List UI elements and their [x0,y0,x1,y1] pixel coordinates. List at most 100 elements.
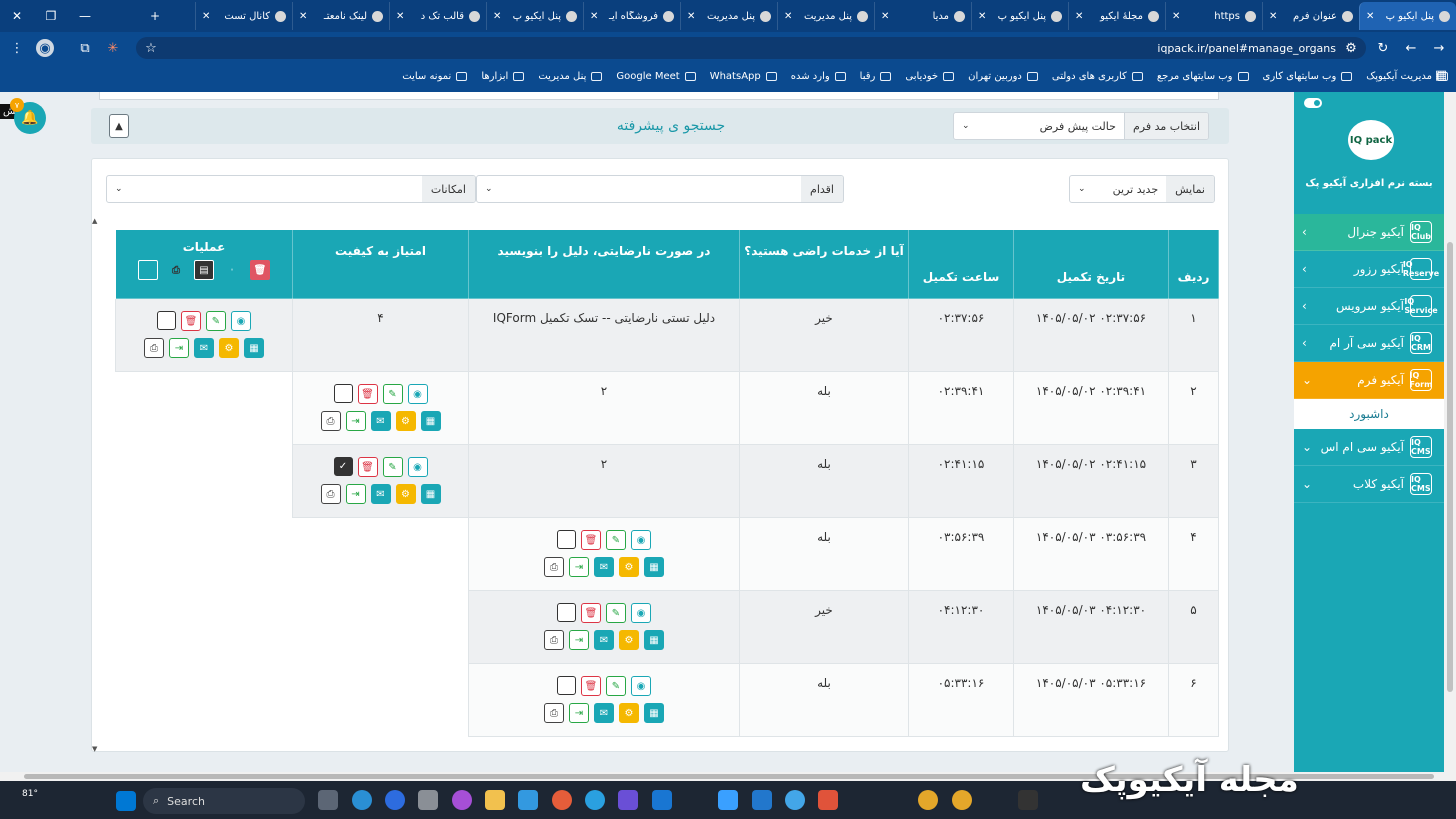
row-checkbox[interactable] [557,676,576,695]
app-icon[interactable] [418,790,438,810]
vertical-scrollbar[interactable] [1444,92,1456,772]
advanced-search-title[interactable]: جستجو ی پیشرفته [531,118,811,134]
delete-icon[interactable]: 🗑 [181,311,201,331]
bookmark-item[interactable]: WhatsApp [710,71,777,82]
bookmark-item[interactable]: کاربری های دولتی [1052,71,1143,82]
print-icon[interactable]: ⎙ [144,338,164,358]
sidebar-item-6[interactable]: داشبورد [1294,399,1444,429]
export-icon[interactable]: ⇥ [569,630,589,650]
app-icon[interactable] [518,790,538,810]
vpn-icon[interactable] [618,790,638,810]
tab-1[interactable]: پنل آیکیو پ ✕ [1359,2,1456,30]
app-icon[interactable] [785,790,805,810]
vertical-scroll-thumb[interactable] [1447,242,1453,692]
edit-icon[interactable]: ✎ [606,676,626,696]
tab-8[interactable]: پنل مدیریت ✕ [680,2,777,30]
mail-icon[interactable]: ✉ [370,411,391,431]
theme-toggle[interactable] [1304,98,1322,108]
bookmark-item[interactable]: نمونه سایت [402,71,468,82]
row-checkbox[interactable] [557,603,576,622]
tab-13[interactable]: کانال تست ✕ [195,2,292,30]
calendar-icon[interactable]: ▦ [644,630,664,650]
scroll-up-arrow-icon[interactable]: ▲ [92,217,97,225]
sidebar-item-8[interactable]: IQ CMS آیکیو کلاب ⌄ [1294,466,1444,503]
sidebar-item-5[interactable]: IQ Form آیکیو فرم ⌄ [1294,362,1444,399]
new-tab-icon[interactable]: + [138,0,172,32]
outlook-icon[interactable] [652,790,672,810]
delete-icon[interactable]: 🗑 [357,384,378,404]
edit-icon[interactable]: ✎ [382,457,403,477]
mail-icon[interactable]: ✉ [194,338,214,358]
calendar-icon[interactable]: ▦ [420,484,441,504]
mail-icon[interactable]: ✉ [370,484,391,504]
calendar-icon[interactable]: ▦ [244,338,264,358]
chrome-icon[interactable] [952,790,972,810]
edit-icon[interactable]: ✎ [206,311,226,331]
row-checkbox[interactable] [557,530,576,549]
export-icon[interactable]: ⇥ [345,411,366,431]
bookmark-item[interactable]: وارد شده [791,71,846,82]
tab-9[interactable]: فروشگاه آیـ ✕ [583,2,680,30]
sidebar-item-2[interactable]: IQ Reserve آیکیو رزور ‹ [1294,251,1444,288]
calendar-icon[interactable]: ▦ [420,411,441,431]
print-all-icon[interactable]: ⎙ [166,260,186,280]
tab-close-icon[interactable]: ✕ [1075,11,1083,22]
calendar-icon[interactable]: ▦ [644,557,664,577]
view-icon[interactable]: ◉ [231,311,251,331]
tab-close-icon[interactable]: ✕ [978,11,986,22]
view-icon[interactable]: ◉ [407,384,428,404]
bookmark-item[interactable]: رقبا [860,71,892,82]
sidebar-item-3[interactable]: IQ Service آیکیو سرویس ‹ [1294,288,1444,325]
mail-icon[interactable]: ✉ [594,703,614,723]
task-view-icon[interactable] [318,790,338,810]
weather-widget[interactable]: 81° [22,789,38,799]
bookmark-item[interactable]: ابزارها [481,71,525,82]
view-icon[interactable]: ◉ [407,457,428,477]
tab-close-icon[interactable]: ✕ [493,11,501,22]
bookmark-item[interactable]: وب سایتهای کاری [1263,71,1353,82]
view-icon[interactable]: ◉ [631,530,651,550]
app-icon[interactable] [552,790,572,810]
tab-close-icon[interactable]: ✕ [202,11,210,22]
back-icon[interactable]: ← [1402,39,1420,57]
bookmark-item[interactable]: دوربین تهران [968,71,1038,82]
tab-close-icon[interactable]: ✕ [687,11,695,22]
zoom-icon[interactable] [385,790,405,810]
view-icon[interactable]: ◉ [631,676,651,696]
profile-avatar-icon[interactable]: ◉ [36,39,54,57]
tab-4[interactable]: مجلهٔ آیکیو ✕ [1068,2,1165,30]
chat-icon[interactable] [452,790,472,810]
delete-icon[interactable]: 🗑 [581,676,601,696]
url-text[interactable]: iqpack.ir/panel#manage_organs [1157,42,1336,55]
row-checkbox[interactable] [333,384,353,403]
taskbar-search[interactable]: ⌕ Search [143,788,305,814]
tab-close-icon[interactable]: ✕ [784,11,792,22]
tab-close-icon[interactable]: ✕ [396,11,404,22]
edit-icon[interactable]: ✎ [606,530,626,550]
minimize-window-icon[interactable]: — [68,0,102,32]
git-icon[interactable] [818,790,838,810]
select-all-checkbox[interactable] [138,260,158,280]
tab-close-icon[interactable]: ✕ [881,11,889,22]
header-row[interactable]: ردیف [1168,229,1219,299]
delete-icon[interactable]: 🗑 [357,457,378,477]
tab-11[interactable]: قالب تک د ✕ [389,2,486,30]
vscode-icon[interactable] [752,790,772,810]
settings-icon[interactable]: ⚙ [619,630,639,650]
edit-icon[interactable]: ✎ [606,603,626,623]
close-window-icon[interactable]: ✕ [0,0,34,32]
tab-6[interactable]: مدیا ✕ [874,2,971,30]
settings-icon[interactable]: ⚙ [395,484,416,504]
header-score[interactable]: امتیاز به کیفیت [292,229,469,299]
tab-close-icon[interactable]: ✕ [299,11,307,22]
sidebar-item-7[interactable]: IQ CMS آیکیو سی ام اس ⌄ [1294,429,1444,466]
row-checkbox[interactable]: ✓ [333,457,353,476]
export-icon[interactable]: ⇥ [569,557,589,577]
sidebar-item-4[interactable]: IQ CRM آیکیو سی آر ام ‹ [1294,325,1444,362]
header-time[interactable]: ساعت تکمیل [908,229,1014,299]
bookmark-item[interactable]: پنل مدیریت [538,71,603,82]
bookmark-item[interactable]: Google Meet [616,71,696,82]
print-icon[interactable]: ⎙ [320,484,341,504]
tab-7[interactable]: پنل مدیریت ✕ [777,2,874,30]
row-checkbox[interactable] [157,311,176,330]
